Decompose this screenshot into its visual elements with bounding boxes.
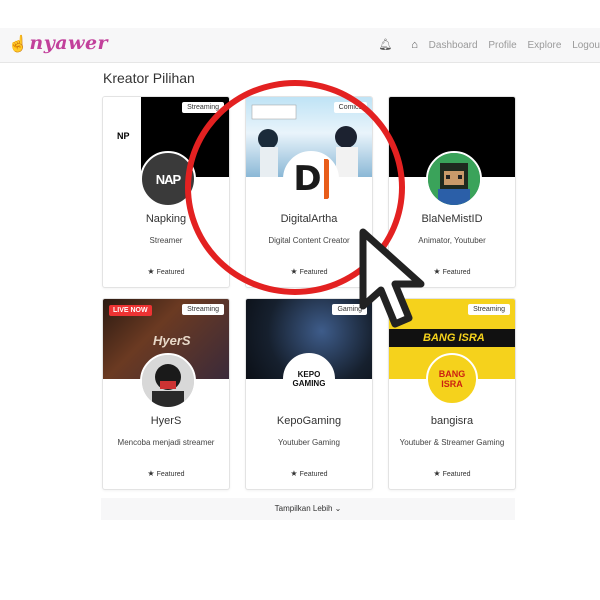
creator-name: DigitalArtha — [280, 213, 338, 225]
banner-logo: NP — [117, 131, 130, 141]
nav-profile[interactable]: Profile — [488, 40, 516, 51]
star-icon: ★ — [290, 267, 298, 276]
avatar: BANG ISRA — [426, 353, 478, 405]
home-icon: ⌂ — [411, 39, 418, 51]
creator-card-napking[interactable]: NP Streaming NAP Napking Streamer ★ Featu… — [102, 96, 230, 288]
featured-badge: ★ Featured — [290, 267, 328, 276]
category-tag: Streaming — [468, 304, 510, 315]
creator-card-hyers[interactable]: HyerS LIVE NOW Streaming HyerS Mencoba m… — [102, 298, 230, 490]
top-navbar: ☝nyawer 🔔︎ ⌂ Dashboard Profile Explore L… — [0, 28, 600, 63]
avatar: NAP — [140, 151, 196, 207]
featured-badge: ★ Featured — [290, 469, 328, 478]
bell-icon[interactable]: 🔔︎ — [378, 39, 392, 51]
nav-dashboard[interactable]: ⌂ Dashboard — [403, 39, 477, 51]
chevron-down-icon: ⌄ — [334, 504, 342, 513]
banner-title: HyerS — [153, 333, 191, 348]
section-title: Kreator Pilihan — [103, 70, 195, 86]
live-now-badge: LIVE NOW — [109, 305, 152, 316]
nyawer-logo[interactable]: ☝nyawer — [8, 32, 108, 54]
nav-explore[interactable]: Explore — [528, 40, 562, 51]
category-tag: Streaming — [182, 102, 224, 113]
mouse-pointer-icon — [359, 228, 425, 328]
star-icon: ★ — [433, 469, 441, 478]
creator-card-kepogaming[interactable]: Gaming KEPO GAMING KepoGaming Youtuber G… — [245, 298, 373, 490]
avatar: D — [283, 151, 339, 207]
creator-name: bangisra — [430, 415, 474, 427]
creator-description: Digital Content Creator — [268, 236, 350, 245]
creator-description: Mencoba menjadi streamer — [117, 438, 215, 447]
pixel-character-icon — [428, 153, 480, 205]
creator-name: KepoGaming — [276, 415, 342, 427]
star-icon: ★ — [147, 469, 155, 478]
creator-description: Streamer — [149, 236, 183, 245]
creator-card-digitalartha[interactable]: Comics D DigitalArtha Digital Content Cr… — [245, 96, 373, 288]
creator-name: HyerS — [150, 415, 182, 427]
character-avatar-art — [142, 355, 194, 407]
creator-description: Youtuber & Streamer Gaming — [399, 438, 505, 447]
featured-badge: ★ Featured — [433, 469, 471, 478]
category-tag: Streaming — [182, 304, 224, 315]
avatar: KEPO GAMING — [283, 353, 335, 405]
avatar — [426, 151, 482, 207]
hand-icon: ☝ — [8, 34, 29, 53]
nav-menu: 🔔︎ ⌂ Dashboard Profile Explore Logou — [370, 38, 600, 51]
featured-badge: ★ Featured — [147, 267, 185, 276]
show-more-button[interactable]: Tampilkan Lebih ⌄ — [101, 498, 515, 520]
star-icon: ★ — [147, 267, 155, 276]
category-tag: Comics — [333, 102, 367, 113]
star-icon: ★ — [290, 469, 298, 478]
creator-name: Napking — [145, 213, 187, 225]
featured-badge: ★ Featured — [147, 469, 185, 478]
creator-name: BlaNeMistID — [421, 213, 483, 225]
creator-description: Youtuber Gaming — [278, 438, 340, 447]
nav-logout[interactable]: Logou — [572, 40, 600, 51]
avatar — [140, 353, 196, 409]
